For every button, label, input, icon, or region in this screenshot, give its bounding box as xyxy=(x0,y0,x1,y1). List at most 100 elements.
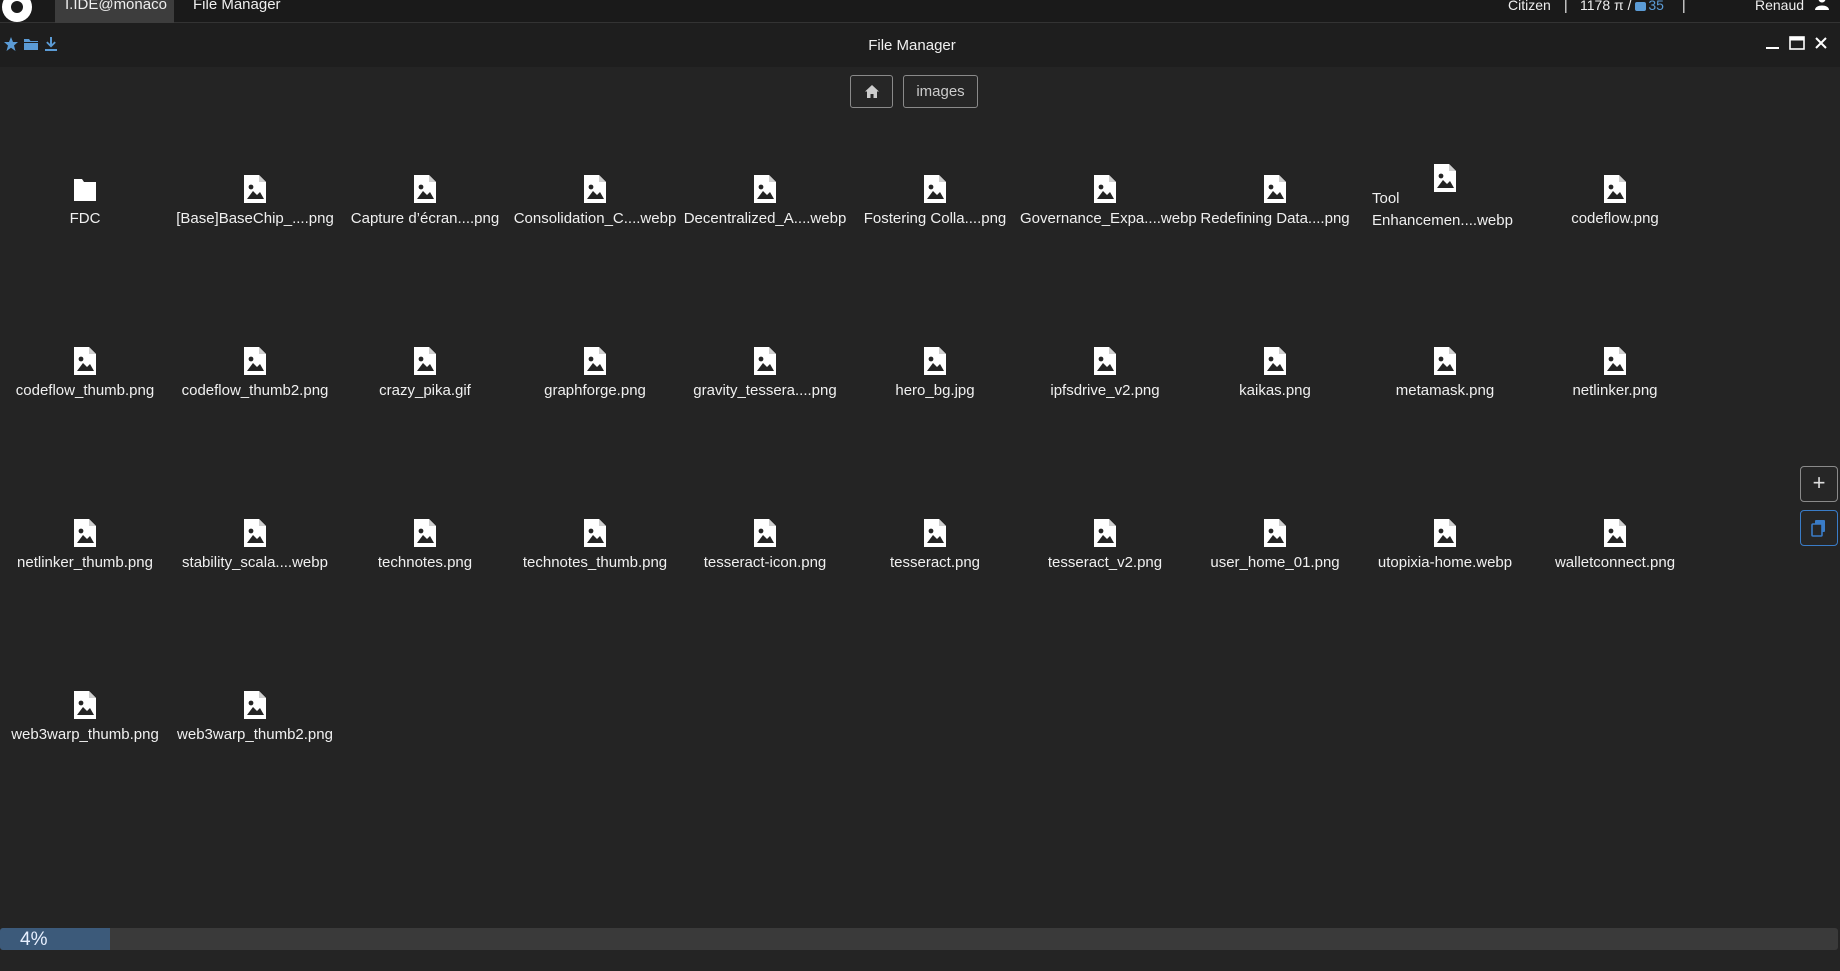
image-file-icon xyxy=(413,174,437,204)
file-item[interactable]: Governance_Expa....webp xyxy=(1020,174,1197,284)
file-name: codeflow.png xyxy=(1571,210,1659,227)
file-item[interactable]: gravity_tessera....png xyxy=(680,346,850,456)
file-name: Redefining Data....png xyxy=(1200,210,1350,227)
copy-icon xyxy=(1811,520,1825,537)
file-name: technotes.png xyxy=(377,554,473,571)
user-icon[interactable] xyxy=(1814,0,1830,10)
file-item[interactable]: Fostering Colla....png xyxy=(850,174,1020,284)
file-name: crazy_pika.gif xyxy=(379,382,471,399)
image-file-icon xyxy=(923,346,947,376)
bag-icon xyxy=(1635,2,1647,11)
file-name: ipfsdrive_v2.png xyxy=(1050,382,1160,399)
image-file-icon xyxy=(243,518,267,548)
copy-button[interactable] xyxy=(1800,510,1838,546)
file-name: web3warp_thumb2.png xyxy=(177,726,333,743)
close-icon[interactable] xyxy=(1812,34,1830,52)
file-name: codeflow_thumb.png xyxy=(15,382,155,399)
file-item[interactable]: utopixia-home.webp xyxy=(1360,518,1530,628)
minimize-icon[interactable] xyxy=(1764,34,1782,52)
file-item[interactable]: netlinker.png xyxy=(1530,346,1700,456)
file-item[interactable]: netlinker_thumb.png xyxy=(0,518,170,628)
file-name: Capture d’écran....png xyxy=(350,210,500,227)
tab-file-manager[interactable]: File Manager xyxy=(183,0,291,23)
file-name: netlinker.png xyxy=(1572,382,1658,399)
file-grid: FDC [Base]BaseChip_....png Capture d’écran… xyxy=(0,23,1700,783)
file-item[interactable]: kaikas.png xyxy=(1190,346,1360,456)
file-name: hero_bg.jpg xyxy=(895,382,975,399)
image-file-icon xyxy=(1433,346,1457,376)
image-file-icon xyxy=(1433,518,1457,548)
file-name: tesseract.png xyxy=(889,554,981,571)
file-item[interactable]: Decentralized_A....webp xyxy=(680,174,850,284)
file-item[interactable]: metamask.png xyxy=(1360,346,1530,456)
image-file-icon xyxy=(583,346,607,376)
file-item[interactable]: walletconnect.png xyxy=(1530,518,1700,628)
file-name: Fostering Colla....png xyxy=(863,210,1007,227)
file-name: kaikas.png xyxy=(1239,382,1311,399)
folder-item[interactable]: FDC xyxy=(0,174,170,284)
file-item[interactable]: stability_scala....webp xyxy=(170,518,340,628)
image-file-icon xyxy=(1093,174,1117,204)
file-name: technotes_thumb.png xyxy=(522,554,668,571)
file-item[interactable]: codeflow.png xyxy=(1530,174,1700,284)
file-item[interactable]: graphforge.png xyxy=(510,346,680,456)
add-button[interactable]: + xyxy=(1800,466,1838,502)
file-item[interactable]: Capture d’écran....png xyxy=(340,174,510,284)
file-item[interactable]: tesseract.png xyxy=(850,518,1020,628)
balance-amount: 1178 π / xyxy=(1580,0,1636,13)
progress-bar: 4% xyxy=(0,928,1838,950)
file-name: gravity_tessera....png xyxy=(693,382,837,399)
file-item[interactable]: technotes.png xyxy=(340,518,510,628)
file-item[interactable]: codeflow_thumb2.png xyxy=(170,346,340,456)
file-name: tesseract-icon.png xyxy=(703,554,827,571)
file-item[interactable]: Tool Enhancemen....webp xyxy=(1360,163,1530,273)
file-name: FDC xyxy=(69,210,101,227)
file-item[interactable]: web3warp_thumb.png xyxy=(0,690,170,800)
file-item[interactable]: user_home_01.png xyxy=(1190,518,1360,628)
file-item[interactable]: ipfsdrive_v2.png xyxy=(1020,346,1190,456)
file-name: web3warp_thumb.png xyxy=(11,726,159,743)
file-item[interactable]: codeflow_thumb.png xyxy=(0,346,170,456)
file-item[interactable]: [Base]BaseChip_....png xyxy=(170,174,340,284)
image-file-icon xyxy=(753,174,777,204)
file-item[interactable]: technotes_thumb.png xyxy=(510,518,680,628)
image-file-icon xyxy=(923,518,947,548)
file-item[interactable]: Consolidation_C....webp xyxy=(510,174,680,284)
file-item[interactable]: tesseract-icon.png xyxy=(680,518,850,628)
file-name: tesseract_v2.png xyxy=(1047,554,1163,571)
file-name: stability_scala....webp xyxy=(182,554,328,571)
tab-ide[interactable]: I.IDE@monaco xyxy=(55,0,174,23)
balance: 1178 π / 35 xyxy=(1580,0,1664,13)
image-file-icon xyxy=(1263,518,1287,548)
progress-fill xyxy=(0,928,111,950)
file-name: [Base]BaseChip_....png xyxy=(176,210,334,227)
user-name[interactable]: Renaud xyxy=(1755,0,1804,12)
image-file-icon xyxy=(413,346,437,376)
file-name: Consolidation_C....webp xyxy=(513,210,677,227)
separator: | xyxy=(1682,0,1686,13)
file-name: Tool Enhancemen....webp xyxy=(1372,190,1513,229)
app-logo[interactable] xyxy=(2,0,32,22)
image-file-icon xyxy=(1093,518,1117,548)
file-name: Governance_Expa....webp xyxy=(1020,210,1197,227)
image-file-icon xyxy=(1093,346,1117,376)
image-file-icon xyxy=(73,346,97,376)
file-name: Decentralized_A....webp xyxy=(683,210,847,227)
file-name: netlinker_thumb.png xyxy=(17,554,153,571)
maximize-icon[interactable] xyxy=(1788,34,1806,52)
image-file-icon xyxy=(413,518,437,548)
image-file-icon xyxy=(1603,518,1627,548)
file-item[interactable]: web3warp_thumb2.png xyxy=(170,690,340,800)
file-name: codeflow_thumb2.png xyxy=(181,382,329,399)
file-item[interactable]: crazy_pika.gif xyxy=(340,346,510,456)
file-item[interactable]: tesseract_v2.png xyxy=(1020,518,1190,628)
file-name: graphforge.png xyxy=(544,382,646,399)
folder-icon xyxy=(73,174,97,204)
image-file-icon xyxy=(1603,346,1627,376)
image-file-icon xyxy=(1263,346,1287,376)
file-manager-window: File Manager images FDC [Base]BaseChip_..… xyxy=(0,23,1840,971)
image-file-icon xyxy=(73,690,97,720)
file-item[interactable]: Redefining Data....png xyxy=(1190,174,1360,284)
file-item[interactable]: hero_bg.jpg xyxy=(850,346,1020,456)
image-file-icon xyxy=(923,174,947,204)
